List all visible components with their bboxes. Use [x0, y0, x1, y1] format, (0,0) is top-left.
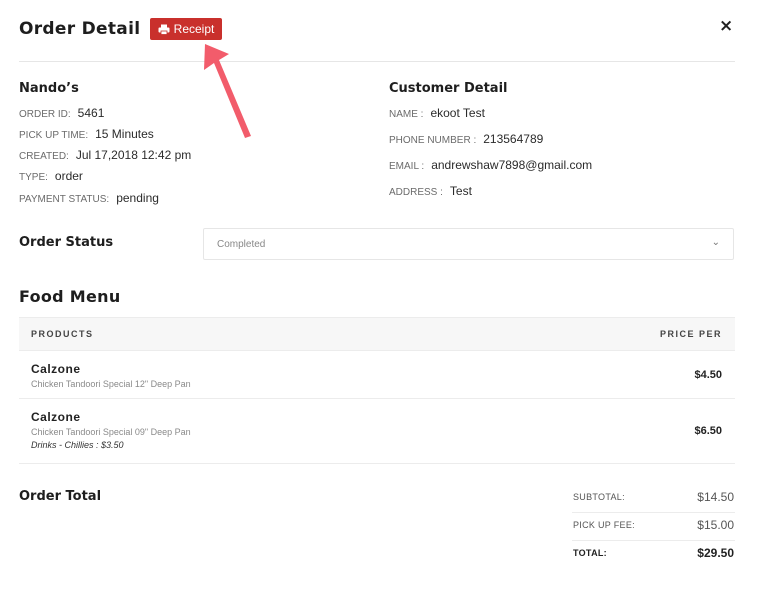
column-header-price: PRICE PER: [659, 329, 722, 339]
email-label: EMAIL :: [389, 161, 425, 172]
created-label: CREATED:: [19, 151, 69, 162]
subtotal-value: $14.50: [697, 490, 734, 504]
customer-name-value: ekoot Test: [430, 106, 485, 120]
food-menu-title: Food Menu: [19, 287, 121, 306]
close-icon[interactable]: ×: [719, 18, 733, 35]
modal-header: Order Detail Receipt ×: [19, 18, 735, 62]
receipt-button-label: Receipt: [173, 22, 215, 36]
payment-status-value: pending: [116, 191, 159, 205]
product-extra: Drinks - Chillies : $3.50: [31, 440, 124, 450]
address-value: Test: [449, 184, 472, 198]
address-label: ADDRESS :: [389, 187, 443, 198]
customer-name-row: NAME : ekoot Test: [389, 106, 485, 120]
grand-total-label: TOTAL:: [573, 548, 607, 558]
created-row: CREATED: Jul 17,2018 12:42 pm: [19, 148, 191, 162]
subtotal-label: SUBTOTAL:: [573, 492, 625, 502]
food-menu-table: PRODUCTS PRICE PER Calzone Chicken Tando…: [19, 317, 735, 464]
phone-row: PHONE NUMBER : 213564789: [389, 132, 543, 146]
grand-total-value: $29.50: [697, 546, 734, 560]
phone-label: PHONE NUMBER :: [389, 135, 477, 146]
customer-name-label: NAME :: [389, 109, 424, 120]
pickup-time-value: 15 Minutes: [95, 127, 154, 141]
arrow-annotation-icon: [204, 44, 251, 138]
table-row: Calzone Chicken Tandoori Special 12" Dee…: [19, 351, 735, 399]
chevron-down-icon: ⌄: [711, 237, 720, 248]
pickup-fee-value: $15.00: [697, 518, 734, 532]
type-value: order: [54, 169, 83, 183]
grand-total-line: TOTAL: $29.50: [572, 541, 735, 569]
product-name: Calzone: [31, 410, 81, 424]
order-status-title: Order Status: [19, 235, 114, 250]
email-row: EMAIL : andrewshaw7898@gmail.com: [389, 158, 592, 172]
type-row: TYPE: order: [19, 169, 83, 183]
pickup-time-row: PICK UP TIME: 15 Minutes: [19, 127, 154, 141]
subtotal-line: SUBTOTAL: $14.50: [572, 485, 735, 513]
order-status-select[interactable]: Completed ⌄: [203, 228, 734, 260]
shop-name: Nando’s: [19, 81, 79, 96]
created-value: Jul 17,2018 12:42 pm: [75, 148, 192, 162]
product-description: Chicken Tandoori Special 09" Deep Pan: [31, 427, 191, 437]
order-id-row: ORDER ID: 5461: [19, 106, 104, 120]
phone-value: 213564789: [483, 132, 544, 146]
printer-icon: [158, 24, 170, 35]
customer-detail-title: Customer Detail: [389, 81, 508, 96]
pickup-time-label: PICK UP TIME:: [19, 130, 89, 141]
product-description: Chicken Tandoori Special 12" Deep Pan: [31, 379, 191, 389]
email-value: andrewshaw7898@gmail.com: [431, 158, 593, 172]
table-row: Calzone Chicken Tandoori Special 09" Dee…: [19, 399, 735, 464]
product-price: $4.50: [694, 369, 722, 381]
order-id-label: ORDER ID:: [19, 109, 71, 120]
order-status-value: Completed: [217, 238, 266, 250]
table-header: PRODUCTS PRICE PER: [19, 317, 735, 351]
payment-status-row: PAYMENT STATUS: pending: [19, 191, 159, 205]
page-title: Order Detail: [19, 19, 141, 39]
pickup-fee-line: PICK UP FEE: $15.00: [572, 513, 735, 541]
receipt-button[interactable]: Receipt: [150, 18, 222, 40]
pickup-fee-label: PICK UP FEE:: [573, 520, 635, 530]
type-label: TYPE:: [19, 172, 48, 183]
payment-status-label: PAYMENT STATUS:: [19, 194, 110, 205]
order-id-value: 5461: [77, 106, 105, 120]
address-row: ADDRESS : Test: [389, 184, 472, 198]
order-totals: SUBTOTAL: $14.50 PICK UP FEE: $15.00 TOT…: [572, 485, 735, 569]
product-price: $6.50: [694, 425, 722, 437]
product-name: Calzone: [31, 362, 81, 376]
column-header-products: PRODUCTS: [31, 329, 94, 339]
order-total-title: Order Total: [19, 489, 102, 504]
